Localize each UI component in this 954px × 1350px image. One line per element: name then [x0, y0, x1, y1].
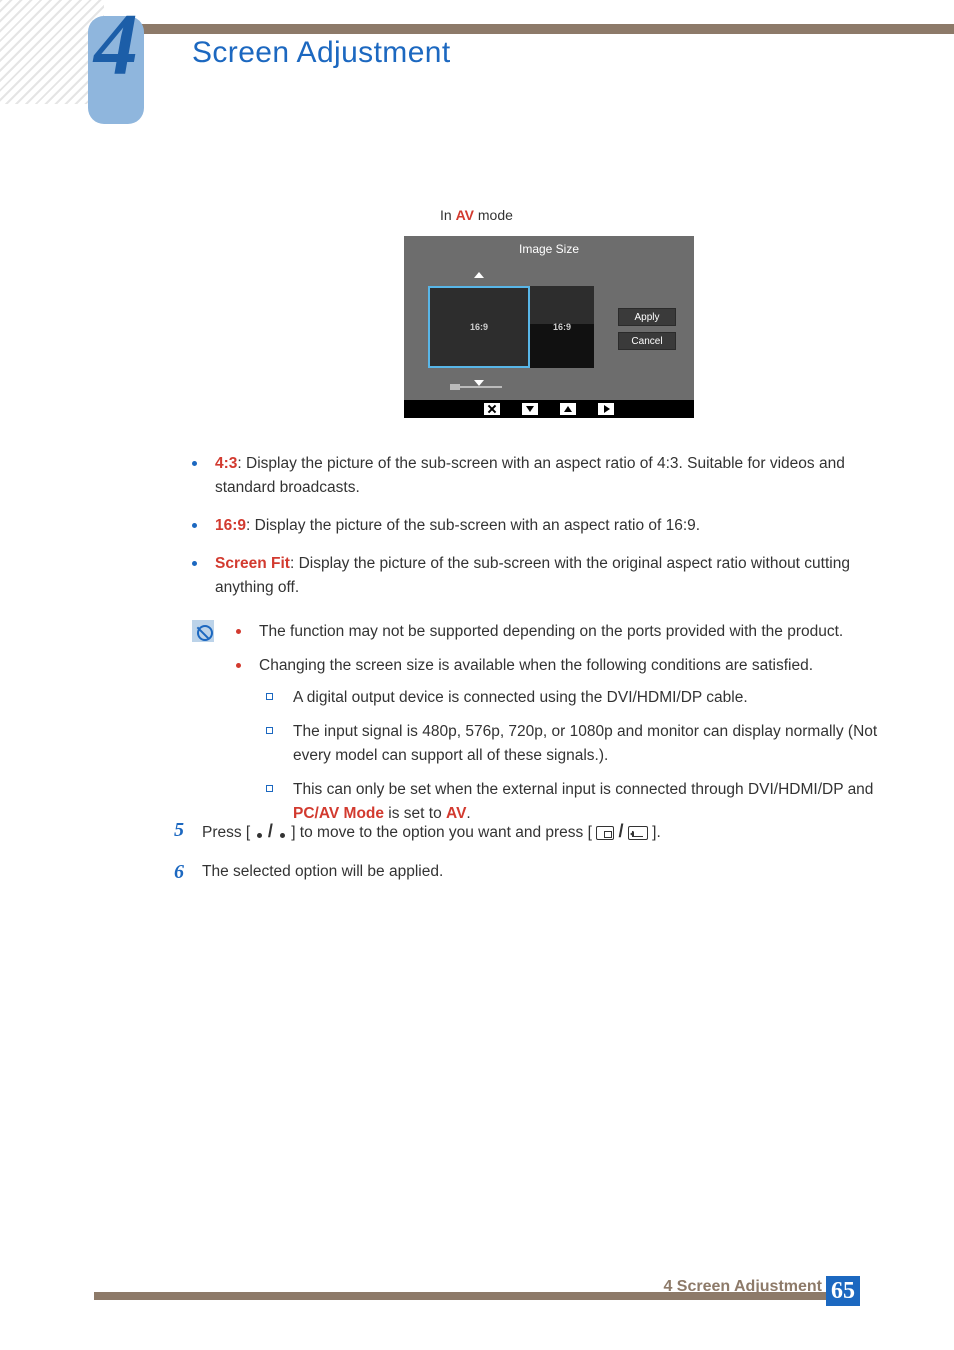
right-icon[interactable]: [598, 403, 614, 415]
dot-button-icon: [280, 833, 285, 838]
footer-label: 4 Screen Adjustment: [663, 1278, 822, 1296]
bullet-item: 4:3: Display the picture of the sub-scre…: [192, 452, 892, 500]
pip-icon: [596, 826, 614, 840]
chapter-title: Screen Adjustment: [192, 36, 451, 70]
bullet-dot-icon: [192, 461, 197, 466]
chapter-tab: 4: [88, 16, 144, 124]
page-number: 65: [826, 1276, 860, 1306]
square-icon: [266, 785, 273, 792]
step-5: 5 Press [ / ] to move to the option you …: [166, 818, 896, 846]
mode-label: In AV mode: [440, 207, 513, 223]
osd-title: Image Size: [404, 236, 694, 262]
bullet-dot-icon: [192, 523, 197, 528]
note-text: Changing the screen size is available wh…: [259, 654, 813, 678]
bullet-dot-icon: [192, 561, 197, 566]
square-icon: [266, 727, 273, 734]
content-block: 4:3: Display the picture of the sub-scre…: [192, 452, 892, 836]
note-dot-icon: [236, 663, 241, 668]
chapter-number: 4: [94, 2, 138, 90]
bullet-item: Screen Fit: Display the picture of the s…: [192, 552, 892, 600]
step-number: 6: [166, 860, 184, 884]
return-icon: [628, 826, 648, 840]
note-dot-icon: [236, 629, 241, 634]
osd-preview-main: 16:9: [428, 286, 530, 368]
osd-pager: [450, 384, 502, 390]
cancel-button[interactable]: Cancel: [618, 332, 676, 350]
step-6: 6 The selected option will be applied.: [166, 860, 896, 884]
note-text: The function may not be supported depend…: [259, 620, 843, 644]
square-icon: [266, 693, 273, 700]
bullet-item: 16:9: Display the picture of the sub-scr…: [192, 514, 892, 538]
osd-nav-strip: [404, 400, 694, 418]
osd-preview-pbp: 16:9: [530, 286, 594, 368]
sub-item: A digital output device is connected usi…: [266, 686, 892, 710]
steps-block: 5 Press [ / ] to move to the option you …: [166, 818, 896, 898]
down-icon[interactable]: [522, 403, 538, 415]
osd-mock: Image Size 16:9 16:9 Apply Cancel: [404, 236, 694, 418]
dot-button-icon: [257, 833, 262, 838]
close-icon[interactable]: [484, 403, 500, 415]
apply-button[interactable]: Apply: [618, 308, 676, 326]
arrow-up-icon: [474, 272, 484, 278]
note-block: The function may not be supported depend…: [192, 620, 892, 836]
up-icon[interactable]: [560, 403, 576, 415]
sub-item: The input signal is 480p, 576p, 720p, or…: [266, 720, 892, 768]
step-number: 5: [166, 818, 184, 846]
note-icon: [192, 620, 214, 642]
